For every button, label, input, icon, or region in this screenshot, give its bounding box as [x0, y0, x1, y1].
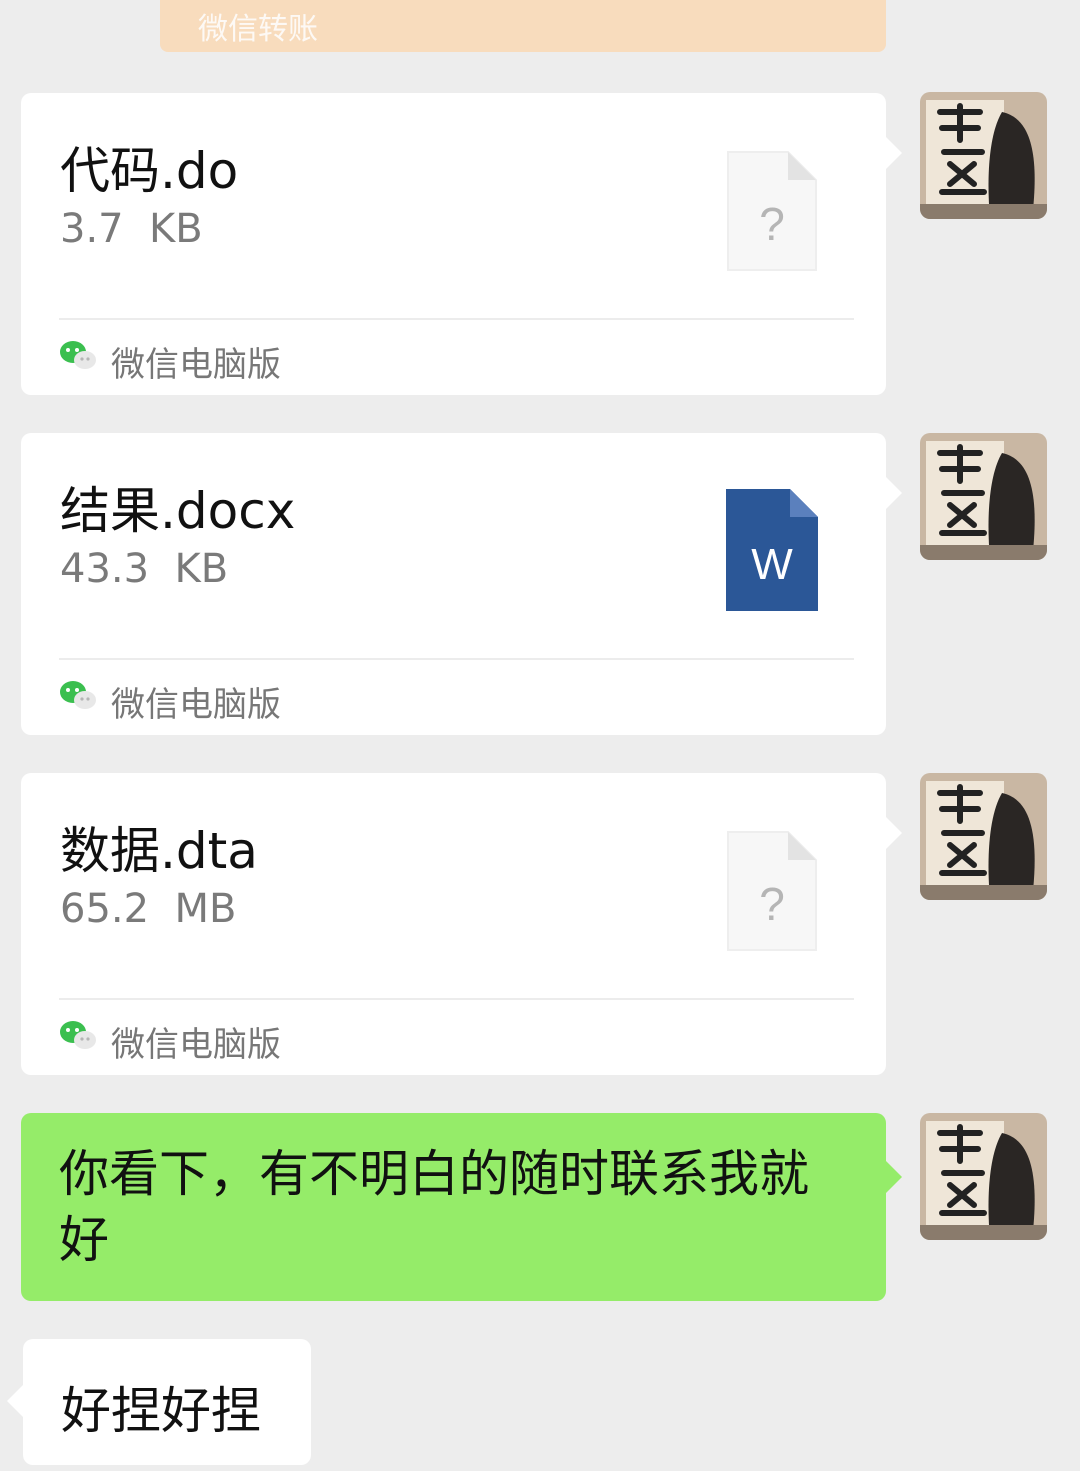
transfer-label: 微信转账 — [198, 12, 318, 47]
word-icon-letter: W — [751, 540, 793, 589]
wechat-logo-icon — [60, 681, 96, 709]
unknown-file-icon: ? — [727, 831, 817, 951]
source-label: 微信电脑版 — [111, 1025, 281, 1065]
divider — [59, 658, 854, 660]
source-label: 微信电脑版 — [111, 345, 281, 385]
avatar-image — [920, 773, 1047, 900]
file-size: 65.2 MB — [60, 886, 237, 932]
avatar[interactable] — [920, 773, 1047, 900]
file-message-card[interactable]: 数据.dta 65.2 MB ? 微信电脑版 — [21, 773, 902, 1075]
avatar[interactable] — [920, 1113, 1047, 1240]
avatar[interactable] — [920, 92, 1047, 219]
word-file-icon: W — [726, 489, 818, 611]
file-name: 结果.docx — [60, 482, 296, 540]
wechat-logo-icon — [60, 341, 96, 369]
file-size: 3.7 KB — [60, 206, 203, 252]
file-size: 43.3 KB — [60, 546, 229, 592]
unknown-file-icon: ? — [727, 151, 817, 271]
avatar-image — [920, 1113, 1047, 1240]
file-name: 数据.dta — [60, 822, 258, 880]
outgoing-message-bubble[interactable]: 你看下，有不明白的随时联系我就好 — [21, 1113, 902, 1301]
transfer-card[interactable]: 微信转账 — [160, 0, 886, 52]
avatar-image — [920, 433, 1047, 560]
divider — [59, 318, 854, 320]
svg-text:?: ? — [759, 198, 785, 250]
message-text: 好捏好捏 — [61, 1382, 261, 1440]
file-message-card[interactable]: 结果.docx 43.3 KB W 微信电脑版 — [21, 433, 902, 735]
svg-text:?: ? — [759, 878, 785, 930]
file-name: 代码.do — [60, 142, 239, 200]
divider — [59, 998, 854, 1000]
message-text: 你看下，有不明白的随时联系我就好 — [59, 1145, 809, 1269]
incoming-message-bubble[interactable]: 好捏好捏 — [7, 1339, 311, 1465]
avatar-image — [920, 92, 1047, 219]
avatar[interactable] — [920, 433, 1047, 560]
wechat-logo-icon — [60, 1021, 96, 1049]
source-label: 微信电脑版 — [111, 685, 281, 725]
file-message-card[interactable]: 代码.do 3.7 KB ? 微信电脑版 — [21, 93, 902, 395]
